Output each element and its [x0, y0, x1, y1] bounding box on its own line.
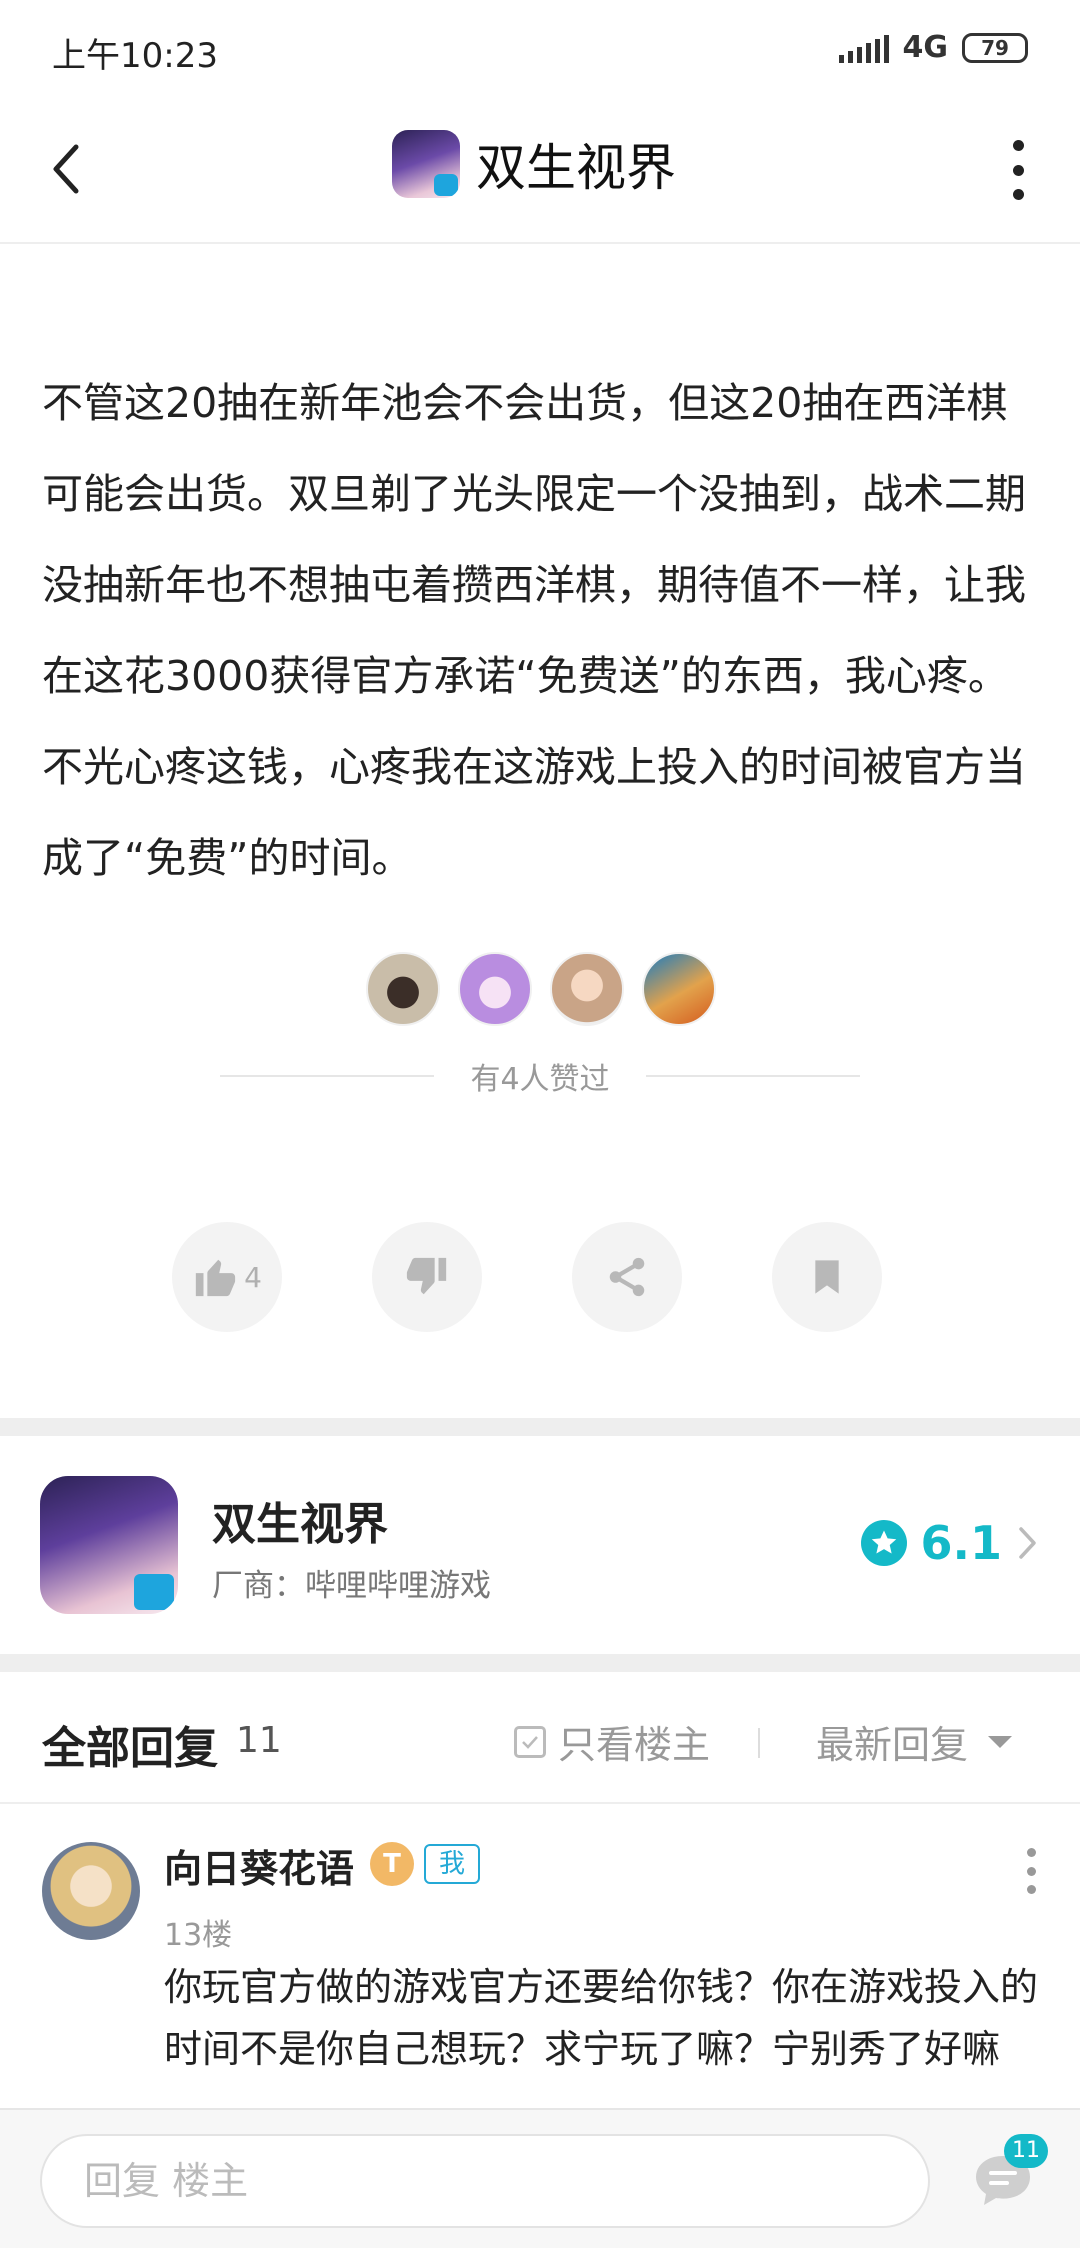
game-name: 双生视界 [212, 1499, 388, 1550]
dot-icon [1012, 140, 1024, 151]
game-score: 6.1 [920, 1516, 1003, 1570]
chevron-left-icon [53, 144, 79, 194]
level-badge-icon: T [370, 1842, 414, 1886]
game-icon [40, 1476, 178, 1614]
top-nav-bar: 双生视界 [0, 96, 1080, 244]
comment-username[interactable]: 向日葵花语 [164, 1838, 354, 1893]
dot-icon [1026, 1866, 1036, 1876]
dot-icon [1026, 1848, 1036, 1857]
game-icon [392, 130, 460, 198]
reply-input[interactable]: 回复 楼主 [40, 2134, 930, 2228]
reply-count-badge: 11 [1004, 2134, 1048, 2168]
comment-item[interactable]: 向日葵花语 T 我 13楼 你玩官方做的游戏官方还要给你钱？你在游戏投入的时间不… [0, 1806, 1080, 2106]
network-type: 4G [902, 30, 949, 65]
only-op-toggle[interactable]: 只看楼主 [514, 1714, 710, 1769]
liker-avatar[interactable] [550, 952, 624, 1026]
thumbs-up-icon [195, 1259, 236, 1297]
divider [758, 1728, 760, 1758]
back-button[interactable] [36, 134, 96, 204]
nav-game-header[interactable]: 双生视界 [392, 128, 676, 200]
share-icon [609, 1257, 645, 1297]
chevron-right-icon [1019, 1527, 1036, 1559]
liker-avatar[interactable] [458, 952, 532, 1026]
sort-dropdown[interactable]: 最新回复 [816, 1714, 1014, 1769]
liker-avatar[interactable] [366, 952, 440, 1026]
more-options-button[interactable] [1008, 140, 1028, 200]
liker-avatars[interactable] [366, 952, 716, 1026]
bookmark-icon [815, 1260, 839, 1294]
me-badge: 我 [424, 1844, 480, 1884]
comment-floor: 13楼 [164, 1918, 233, 1953]
status-bar: 上午10:23 4G 79 [0, 0, 1080, 96]
section-divider [0, 1418, 1080, 1436]
post-actions: 4 [172, 1222, 882, 1332]
post-body: 不管这20抽在新年池会不会出货，但这20抽在西洋棋可能会出货。双旦剃了光头限定一… [42, 379, 1026, 882]
dislike-button[interactable] [372, 1222, 482, 1332]
battery-icon: 79 [962, 32, 1028, 63]
game-vendor: 厂商：哔哩哔哩游戏 [212, 1568, 491, 1604]
dot-icon [1026, 1885, 1036, 1894]
liked-summary: 有4人赞过 [220, 1054, 860, 1098]
sort-label: 最新回复 [816, 1723, 969, 1767]
liked-count-text: 有4人赞过 [470, 1062, 610, 1097]
game-rating[interactable]: 6.1 [860, 1516, 1039, 1570]
like-button[interactable]: 4 [172, 1222, 282, 1332]
like-count: 4 [244, 1260, 262, 1294]
status-icons: 4G 79 [838, 30, 1028, 65]
caret-down-icon [988, 1735, 1013, 1748]
reply-bar: 回复 楼主 11 [0, 2108, 1080, 2248]
section-divider [0, 1654, 1080, 1672]
divider-line [220, 1075, 435, 1077]
signal-icon [838, 33, 889, 63]
liker-avatar[interactable] [642, 952, 716, 1026]
dot-icon [1012, 189, 1024, 200]
page-title: 双生视界 [476, 139, 676, 197]
game-card[interactable]: 双生视界 厂商：哔哩哔哩游戏 6.1 [0, 1438, 1080, 1652]
share-button[interactable] [572, 1222, 682, 1332]
replies-count: 11 [236, 1720, 282, 1761]
divider-line [645, 1075, 860, 1077]
thumbs-down-icon [406, 1257, 447, 1295]
only-op-label: 只看楼主 [558, 1723, 711, 1767]
avatar[interactable] [42, 1842, 140, 1940]
bilibili-tv-icon [434, 174, 458, 196]
comment-more-button[interactable] [1024, 1848, 1038, 1894]
star-icon [860, 1520, 907, 1566]
comment-text: 你玩官方做的游戏官方还要给你钱？你在游戏投入的时间不是你自己想玩？求宁玩了嘛？宁… [164, 1965, 1039, 2071]
bookmark-button[interactable] [772, 1222, 882, 1332]
bilibili-tv-icon [134, 1574, 174, 1610]
status-time: 上午10:23 [52, 36, 218, 76]
replies-title: 全部回复 [42, 1723, 218, 1774]
dot-icon [1012, 164, 1024, 176]
checkbox-icon [514, 1725, 546, 1758]
replies-header: 全部回复 11 只看楼主 最新回复 [0, 1672, 1080, 1804]
